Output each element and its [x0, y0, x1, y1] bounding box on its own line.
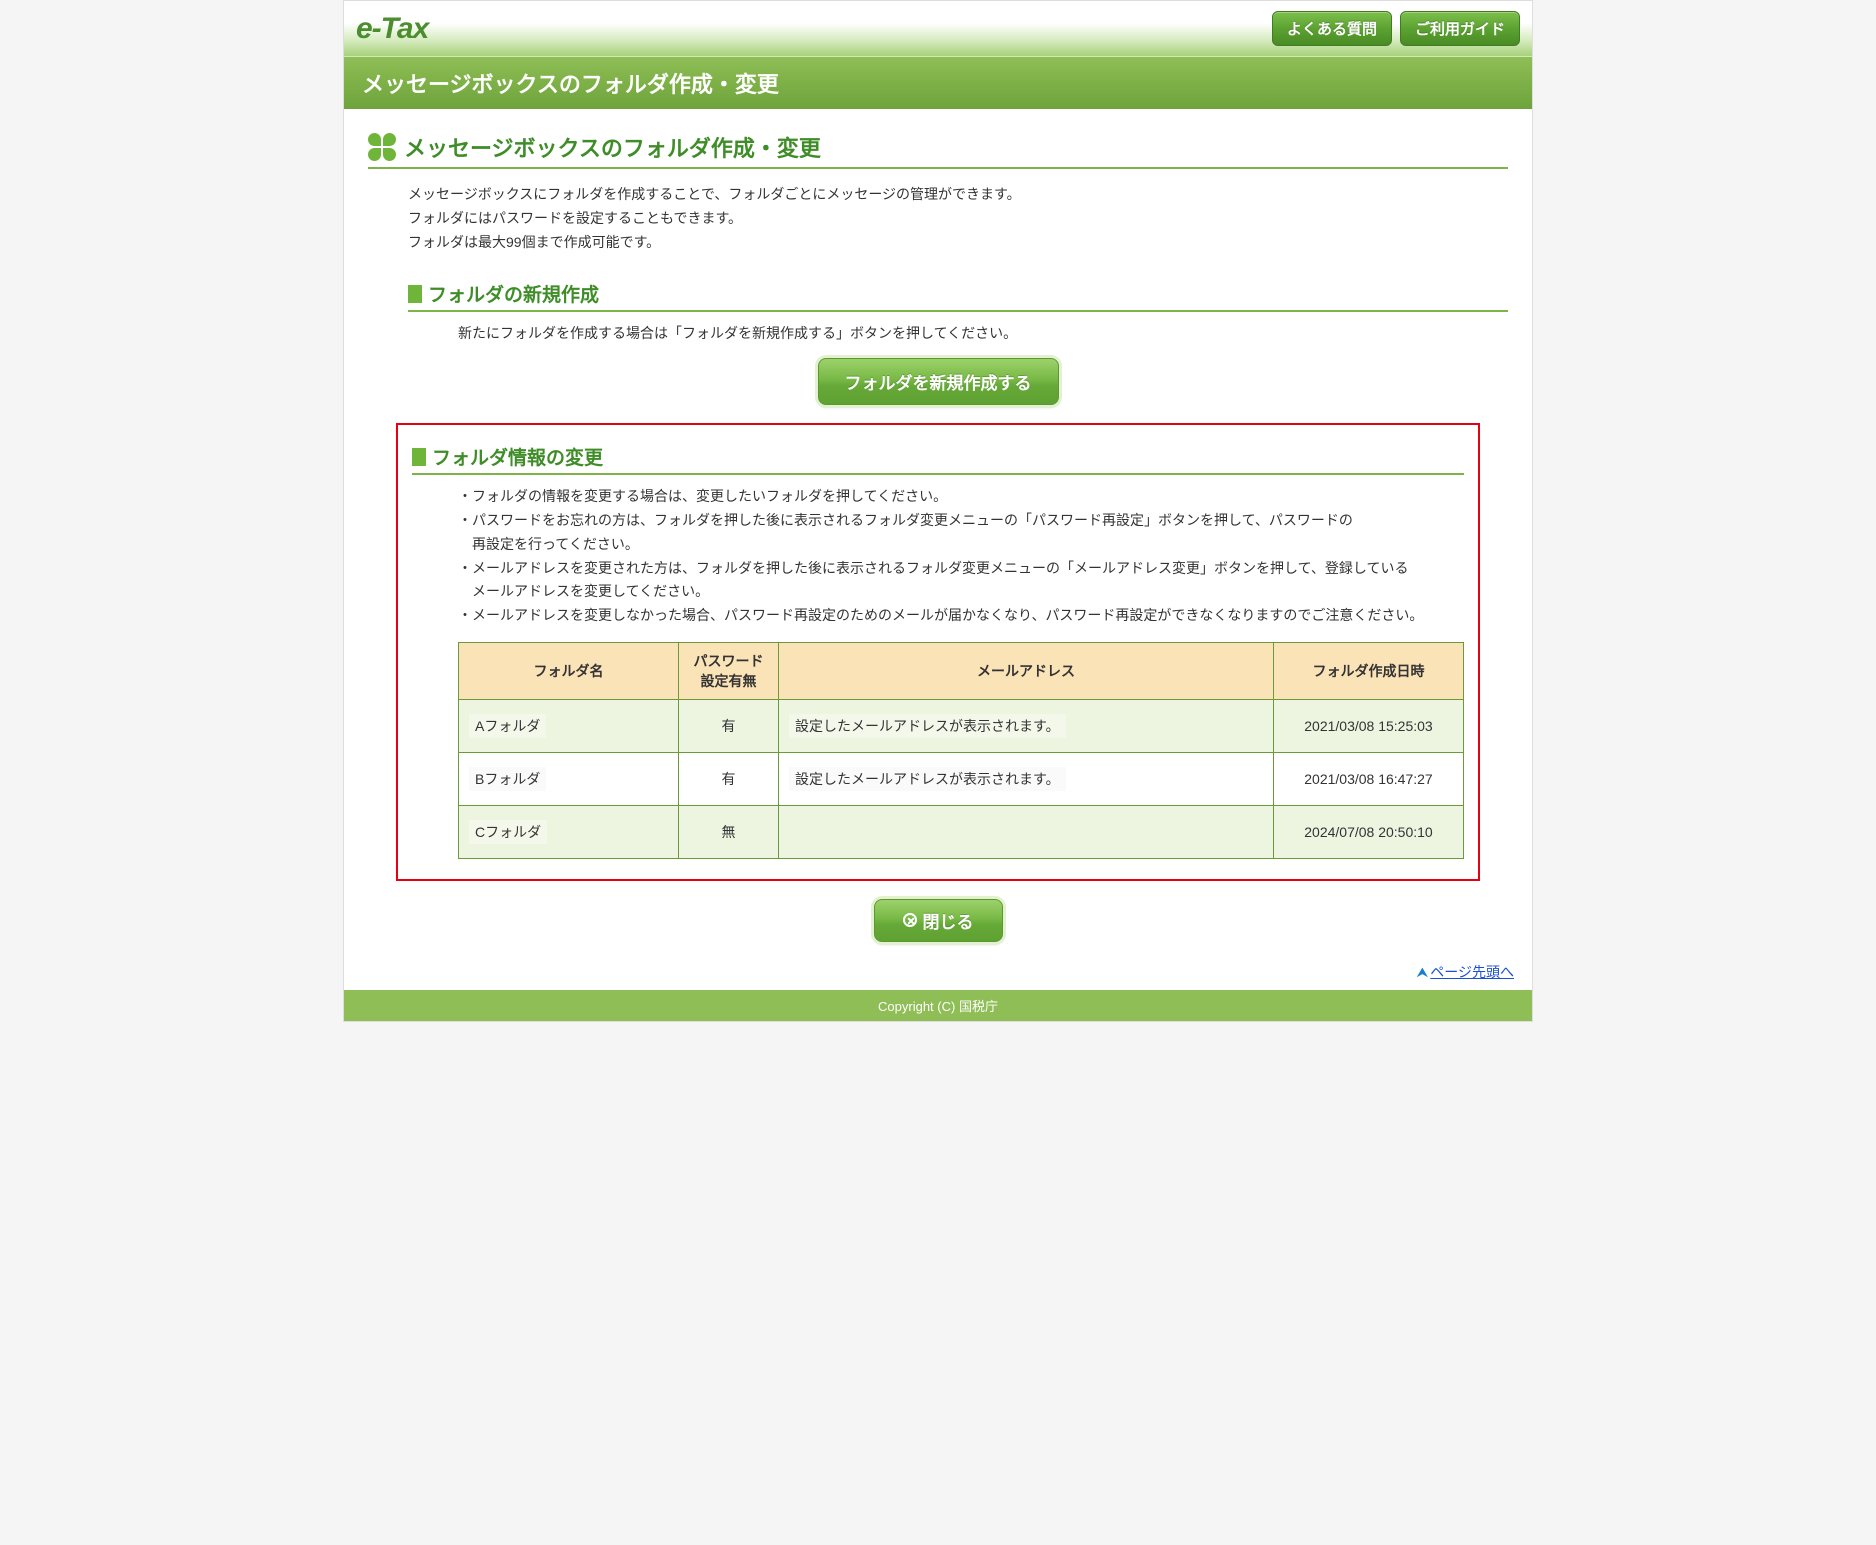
logo: e-Tax: [356, 12, 428, 46]
folder-table: フォルダ名 パスワード 設定有無 メールアドレス フォルダ作成日時 Aフォルダ …: [458, 642, 1464, 859]
change-folder-bullets: ・ フォルダの情報を変更する場合は、変更したいフォルダを押してください。 ・ パ…: [458, 485, 1464, 628]
close-icon: [903, 913, 917, 927]
th-folder-name: フォルダ名: [459, 642, 679, 699]
folder-pw-cell: 無: [679, 805, 779, 858]
th-date: フォルダ作成日時: [1274, 642, 1464, 699]
square-marker-icon: [412, 448, 426, 466]
topbar-buttons: よくある質問 ご利用ガイド: [1272, 11, 1520, 46]
bullet-dot: ・: [458, 509, 472, 557]
folder-date-cell: 2021/03/08 16:47:27: [1274, 752, 1464, 805]
section-change-folder-title-text: フォルダ情報の変更: [432, 443, 603, 470]
bullet-3a: メールアドレスを変更された方は、フォルダを押した後に表示されるフォルダ変更メニュ…: [472, 560, 1408, 576]
create-folder-button[interactable]: フォルダを新規作成する: [818, 358, 1059, 405]
folder-name-cell: Aフォルダ: [469, 714, 546, 738]
section-main-title: メッセージボックスのフォルダ作成・変更: [368, 131, 1508, 169]
folder-pw-cell: 有: [679, 699, 779, 752]
intro-line-2: フォルダにはパスワードを設定することもできます。: [408, 207, 1508, 231]
folder-date-cell: 2024/07/08 20:50:10: [1274, 805, 1464, 858]
page-container: e-Tax よくある質問 ご利用ガイド メッセージボックスのフォルダ作成・変更 …: [343, 0, 1533, 1022]
folder-date-cell: 2021/03/08 15:25:03: [1274, 699, 1464, 752]
section-new-folder-title: フォルダの新規作成: [408, 280, 1508, 312]
folder-pw-cell: 有: [679, 752, 779, 805]
bullet-dot: ・: [458, 557, 472, 605]
bullet-1: フォルダの情報を変更する場合は、変更したいフォルダを押してください。: [472, 485, 947, 509]
close-button-label: 閉じる: [923, 908, 974, 933]
page-top-link[interactable]: ページ先頭へ: [1430, 964, 1514, 980]
section-main-title-text: メッセージボックスのフォルダ作成・変更: [404, 131, 821, 163]
close-button-wrap: 閉じる: [368, 899, 1508, 942]
folder-name-cell: Cフォルダ: [469, 820, 547, 844]
folder-mail-cell: 設定したメールアドレスが表示されます。: [789, 714, 1066, 738]
section-change-folder-title: フォルダ情報の変更: [412, 443, 1464, 475]
intro-block: メッセージボックスにフォルダを作成することで、フォルダごとにメッセージの管理がで…: [408, 183, 1508, 254]
top-bar: e-Tax よくある質問 ご利用ガイド: [344, 1, 1532, 57]
page-top-link-wrap: ⮝ページ先頭へ: [344, 958, 1532, 990]
up-arrow-icon: ⮝: [1416, 964, 1428, 980]
folder-mail-cell: 設定したメールアドレスが表示されます。: [789, 767, 1066, 791]
table-header-row: フォルダ名 パスワード 設定有無 メールアドレス フォルダ作成日時: [459, 642, 1464, 699]
square-marker-icon: [408, 285, 422, 303]
section-new-folder-title-text: フォルダの新規作成: [428, 280, 599, 307]
intro-line-1: メッセージボックスにフォルダを作成することで、フォルダごとにメッセージの管理がで…: [408, 183, 1508, 207]
bullet-3b: メールアドレスを変更してください。: [472, 583, 709, 599]
guide-button[interactable]: ご利用ガイド: [1400, 11, 1520, 46]
change-folder-panel: フォルダ情報の変更 ・ フォルダの情報を変更する場合は、変更したいフォルダを押し…: [396, 423, 1480, 881]
bullet-2b: 再設定を行ってください。: [472, 536, 639, 552]
bullet-dot: ・: [458, 485, 472, 509]
close-button[interactable]: 閉じる: [874, 899, 1003, 942]
faq-button[interactable]: よくある質問: [1272, 11, 1392, 46]
table-row[interactable]: Cフォルダ 無 2024/07/08 20:50:10: [459, 805, 1464, 858]
th-password: パスワード 設定有無: [679, 642, 779, 699]
bullet-dot: ・: [458, 604, 472, 628]
clover-icon: [368, 133, 396, 161]
th-mail: メールアドレス: [779, 642, 1274, 699]
footer: Copyright (C) 国税庁: [344, 990, 1532, 1021]
bullet-4: メールアドレスを変更しなかった場合、パスワード再設定のためのメールが届かなくなり…: [472, 604, 1423, 628]
table-row[interactable]: Aフォルダ 有 設定したメールアドレスが表示されます。 2021/03/08 1…: [459, 699, 1464, 752]
bullet-2a: パスワードをお忘れの方は、フォルダを押した後に表示されるフォルダ変更メニューの「…: [472, 512, 1353, 528]
table-row[interactable]: Bフォルダ 有 設定したメールアドレスが表示されます。 2021/03/08 1…: [459, 752, 1464, 805]
page-title-band: メッセージボックスのフォルダ作成・変更: [344, 57, 1532, 109]
folder-name-cell: Bフォルダ: [469, 767, 546, 791]
intro-line-3: フォルダは最大99個まで作成可能です。: [408, 231, 1508, 255]
content-area: メッセージボックスのフォルダ作成・変更 メッセージボックスにフォルダを作成するこ…: [344, 109, 1532, 958]
section-new-folder-text: 新たにフォルダを作成する場合は「フォルダを新規作成する」ボタンを押してください。: [458, 322, 1508, 346]
new-folder-button-wrap: フォルダを新規作成する: [368, 358, 1508, 405]
